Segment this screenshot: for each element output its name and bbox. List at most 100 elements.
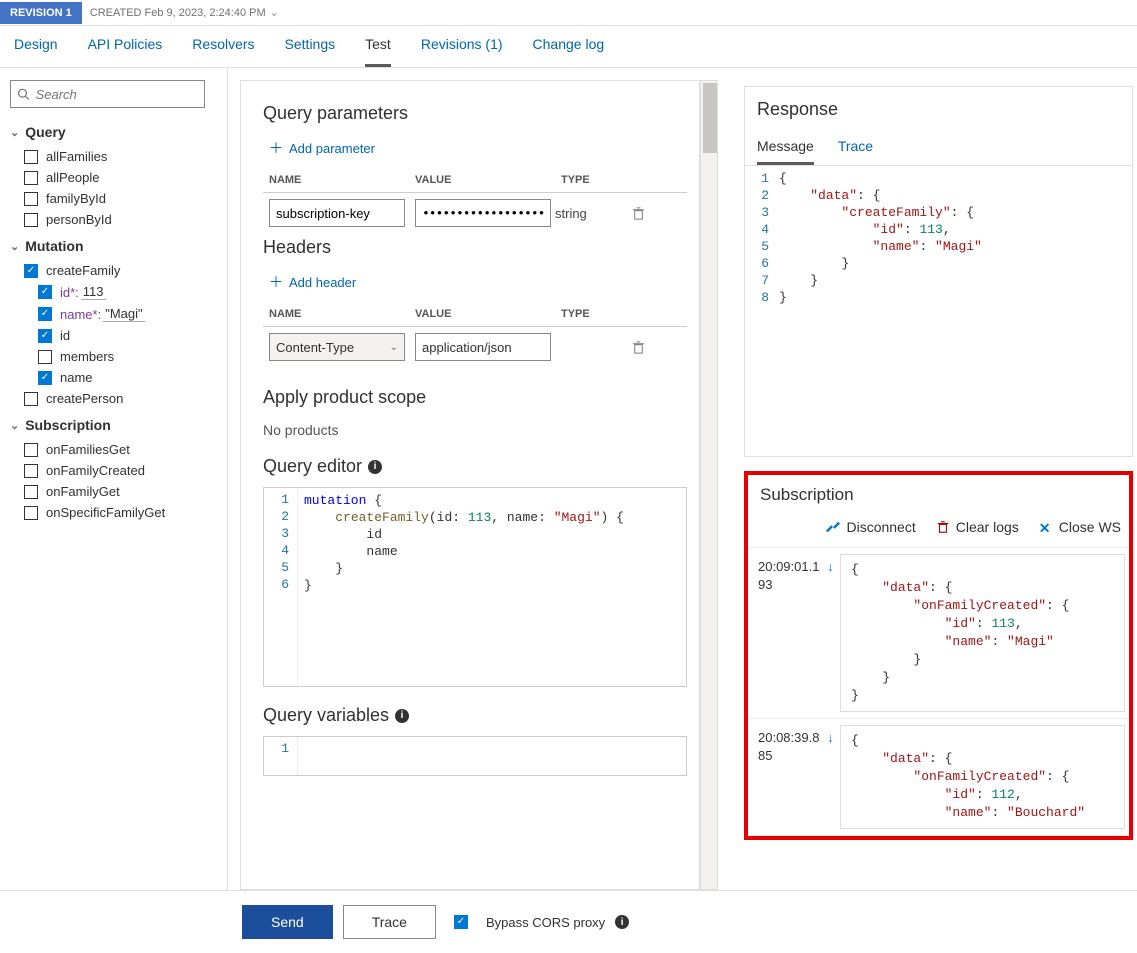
tab-message[interactable]: Message: [757, 130, 814, 165]
bypass-cors-checkbox[interactable]: [454, 915, 468, 929]
param-value[interactable]: "Magi": [103, 306, 144, 322]
param-name[interactable]: name*: "Magi": [10, 303, 217, 325]
checkbox[interactable]: [38, 307, 52, 321]
field-name[interactable]: name: [10, 367, 217, 388]
checkbox[interactable]: [24, 192, 38, 206]
tab-revisions[interactable]: Revisions (1): [421, 36, 503, 67]
scrollbar[interactable]: [700, 80, 718, 890]
tab-design[interactable]: Design: [14, 36, 58, 67]
checkbox[interactable]: [38, 371, 52, 385]
label: onFamilyCreated: [46, 463, 145, 478]
revision-created[interactable]: CREATED Feb 9, 2023, 2:24:40 PM⌄: [82, 6, 287, 19]
label: Disconnect: [846, 519, 915, 535]
log-json: { "data": { "onFamilyCreated": { "id": 1…: [840, 554, 1125, 712]
arrow-down-icon: ↓: [827, 730, 834, 745]
sidebar: ⌄Query allFamilies allPeople familyById …: [0, 68, 228, 890]
field-members[interactable]: members: [10, 346, 217, 367]
param-value[interactable]: 113: [81, 284, 106, 300]
sub-onfamilycreated[interactable]: onFamilyCreated: [10, 460, 217, 481]
revision-badge: REVISION 1: [0, 2, 82, 24]
send-button[interactable]: Send: [242, 905, 333, 939]
param-value-input[interactable]: [415, 199, 551, 227]
section-mutation[interactable]: ⌄Mutation: [10, 238, 217, 254]
mutation-createfamily[interactable]: createFamily: [10, 260, 217, 281]
trace-button[interactable]: Trace: [343, 905, 436, 939]
arrow-down-icon: ↓: [827, 559, 834, 574]
param-id[interactable]: id*: 113: [10, 281, 217, 303]
tab-api-policies[interactable]: API Policies: [88, 36, 163, 67]
code-body[interactable]: [298, 737, 686, 775]
label: Close WS: [1059, 519, 1121, 535]
checkbox[interactable]: [24, 392, 38, 406]
response-heading: Response: [757, 99, 1132, 120]
trash-icon[interactable]: [631, 340, 646, 355]
tab-test[interactable]: Test: [365, 36, 391, 67]
field-id[interactable]: id: [10, 325, 217, 346]
section-mutation-label: Mutation: [25, 238, 83, 254]
center-panel: Query parameters ＋Add parameter NAME VAL…: [240, 80, 700, 890]
close-ws-button[interactable]: ✕ Close WS: [1039, 519, 1121, 535]
param-name-input[interactable]: [269, 199, 405, 227]
query-allfamilies[interactable]: allFamilies: [10, 146, 217, 167]
scrollbar-thumb[interactable]: [703, 83, 717, 153]
header-value-select[interactable]: application/json: [415, 333, 551, 361]
query-params-heading: Query parameters: [263, 103, 687, 124]
disconnect-button[interactable]: Disconnect: [826, 519, 915, 535]
param-row: string: [263, 193, 687, 233]
add-header-label: Add header: [289, 275, 356, 290]
sub-onfamiliesget[interactable]: onFamiliesGet: [10, 439, 217, 460]
col-type: TYPE: [561, 174, 641, 186]
log-row: 20:08:39.8 ↓85 { "data": { "onFamilyCrea…: [748, 719, 1129, 836]
log-timestamp: 20:08:39.8 ↓85: [748, 719, 840, 835]
checkbox[interactable]: [24, 485, 38, 499]
info-icon[interactable]: i: [395, 709, 409, 723]
tab-resolvers[interactable]: Resolvers: [192, 36, 254, 67]
checkbox[interactable]: [38, 285, 52, 299]
checkbox[interactable]: [38, 350, 52, 364]
gutter: 12345678: [745, 166, 779, 456]
search-input[interactable]: [36, 87, 198, 102]
clear-logs-button[interactable]: Clear logs: [936, 519, 1019, 535]
info-icon[interactable]: i: [368, 460, 382, 474]
checkbox[interactable]: [38, 329, 52, 343]
trash-icon[interactable]: [631, 206, 646, 221]
info-icon[interactable]: i: [615, 915, 629, 929]
sub-onspecificfamilyget[interactable]: onSpecificFamilyGet: [10, 502, 217, 523]
search-box[interactable]: [10, 80, 205, 108]
add-parameter-link[interactable]: ＋Add parameter: [269, 138, 687, 158]
code-body[interactable]: mutation { createFamily(id: 113, name: "…: [298, 488, 686, 686]
chevron-down-icon: ⌄: [10, 126, 19, 139]
section-subscription[interactable]: ⌄Subscription: [10, 417, 217, 433]
tab-change-log[interactable]: Change log: [533, 36, 605, 67]
checkbox[interactable]: [24, 264, 38, 278]
response-tabs: Message Trace: [745, 130, 1132, 166]
header-value-text: application/json: [422, 340, 512, 355]
tab-settings[interactable]: Settings: [285, 36, 336, 67]
query-allpeople[interactable]: allPeople: [10, 167, 217, 188]
tab-trace[interactable]: Trace: [838, 130, 873, 165]
checkbox[interactable]: [24, 464, 38, 478]
params-header: NAME VALUE TYPE: [263, 168, 687, 193]
col-value: VALUE: [415, 308, 561, 320]
section-query[interactable]: ⌄Query: [10, 124, 217, 140]
query-familybyid[interactable]: familyById: [10, 188, 217, 209]
sub-onfamilyget[interactable]: onFamilyGet: [10, 481, 217, 502]
footer: Send Trace Bypass CORS proxy i: [0, 890, 1137, 953]
checkbox[interactable]: [24, 150, 38, 164]
headers-header: NAME VALUE TYPE: [263, 302, 687, 327]
response-json[interactable]: 12345678 { "data": { "createFamily": { "…: [745, 166, 1132, 456]
subscription-heading: Subscription: [760, 485, 1129, 505]
query-editor[interactable]: 123456 mutation { createFamily(id: 113, …: [263, 487, 687, 687]
label: id: [60, 328, 70, 343]
mutation-createperson[interactable]: createPerson: [10, 388, 217, 409]
checkbox[interactable]: [24, 171, 38, 185]
query-personbyid[interactable]: personById: [10, 209, 217, 230]
header-name-select[interactable]: Content-Type⌄: [269, 333, 405, 361]
add-header-link[interactable]: ＋Add header: [269, 272, 687, 292]
checkbox[interactable]: [24, 213, 38, 227]
checkbox[interactable]: [24, 443, 38, 457]
query-variables-editor[interactable]: 1: [263, 736, 687, 776]
chevron-down-icon: ⌄: [390, 342, 398, 353]
checkbox[interactable]: [24, 506, 38, 520]
add-parameter-label: Add parameter: [289, 141, 375, 156]
